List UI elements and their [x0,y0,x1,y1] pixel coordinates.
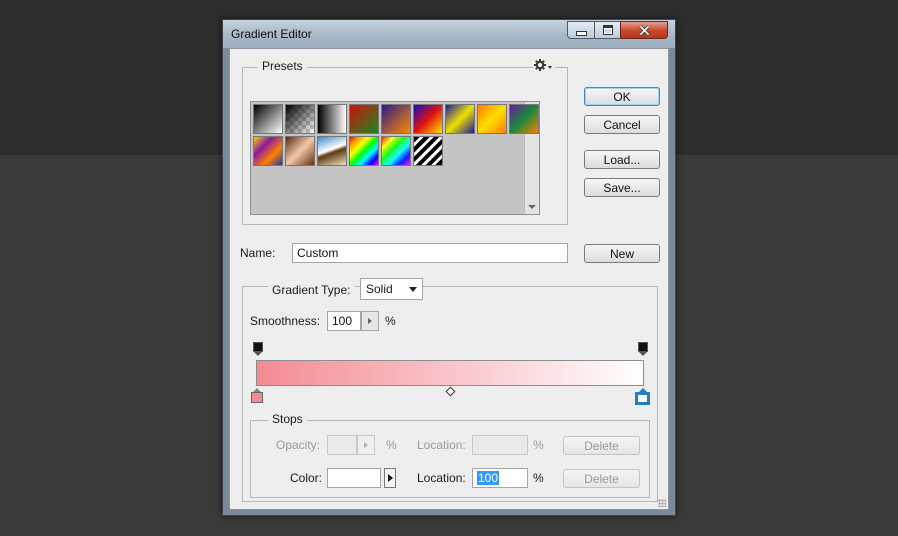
gradient-type-value: Solid [366,282,393,296]
name-input[interactable]: Custom [292,243,568,263]
color-menu-button[interactable] [384,468,396,488]
color-location-input[interactable]: 100 [472,468,528,488]
gradient-preview-bar[interactable] [256,360,644,386]
preset-swatch-violet-green-orange[interactable] [509,104,539,134]
preset-swatch-violet-orange[interactable] [381,104,411,134]
cancel-button[interactable]: Cancel [584,115,660,134]
resize-grip-icon[interactable] [658,499,666,507]
preset-swatch-transparent-stripes[interactable] [413,136,443,166]
opacity-unit: % [386,438,397,452]
preset-swatch-orange-yellow-orange[interactable] [477,104,507,134]
preset-swatch-blue-red-yellow[interactable] [413,104,443,134]
preset-swatch-blue-yellow-blue[interactable] [445,104,475,134]
gradient-type-label: Gradient Type: [268,283,355,297]
dialog-content: Presets OK Cancel Load... Save... Name: … [229,48,669,510]
ok-button[interactable]: OK [584,87,660,106]
smoothness-stepper[interactable] [361,311,379,331]
color-label: Color: [290,471,323,485]
scroll-down-icon[interactable] [528,205,536,209]
color-location-unit: % [533,471,544,485]
preset-swatch-copper[interactable] [285,136,315,166]
opacity-input [327,435,357,455]
presets-grid[interactable] [250,101,540,215]
preset-swatch-foreground-to-transparent[interactable] [285,104,315,134]
presets-legend: Presets [258,59,307,73]
minimize-icon [575,30,587,36]
color-stop-right[interactable] [635,388,650,405]
name-label: Name: [240,246,276,260]
preset-swatch-black-white[interactable] [317,104,347,134]
gear-icon [534,59,552,71]
preset-swatch-red-green[interactable] [349,104,379,134]
maximize-icon [602,25,613,35]
opacity-label: Opacity: [276,438,321,452]
opacity-location-input [472,435,528,455]
preset-swatch-transparent-rainbow[interactable] [381,136,411,166]
title-bar[interactable]: Gradient Editor [223,20,675,48]
preset-swatch-yellow-violet-orange-blue[interactable] [253,136,283,166]
color-stop-right-swatch [635,392,650,405]
window-title: Gradient Editor [231,27,312,41]
gradient-editor-window: Gradient Editor Presets OK Cancel Load..… [222,19,676,516]
opacity-location-label: Location: [417,438,466,452]
close-button[interactable] [620,21,668,39]
stops-legend: Stops [268,412,307,426]
preset-swatch-foreground-to-background[interactable] [253,104,283,134]
chevron-down-icon [409,287,417,292]
smoothness-label: Smoothness: [250,314,321,328]
load-button[interactable]: Load... [584,150,660,169]
color-swatch[interactable] [327,468,381,488]
preset-swatch-chrome[interactable] [317,136,347,166]
opacity-stepper [357,435,375,455]
color-location-label: Location: [417,471,466,485]
save-button[interactable]: Save... [584,178,660,197]
color-delete-button: Delete [563,469,640,488]
opacity-location-unit: % [533,438,544,452]
opacity-delete-button: Delete [563,436,640,455]
color-stop-left[interactable] [251,388,263,403]
gradient-type-select[interactable]: Solid [360,278,423,300]
color-stop-left-swatch [251,392,263,403]
minimize-button[interactable] [567,21,595,39]
new-button[interactable]: New [584,244,660,263]
maximize-button[interactable] [594,21,621,39]
presets-menu-button[interactable] [533,58,555,72]
smoothness-input[interactable]: 100 [327,311,361,331]
smoothness-unit: % [385,314,396,328]
close-icon [638,24,650,36]
opacity-stop-left[interactable] [253,342,263,356]
opacity-stop-right[interactable] [638,342,648,356]
preset-swatch-spectrum[interactable] [349,136,379,166]
color-location-value: 100 [477,471,500,485]
